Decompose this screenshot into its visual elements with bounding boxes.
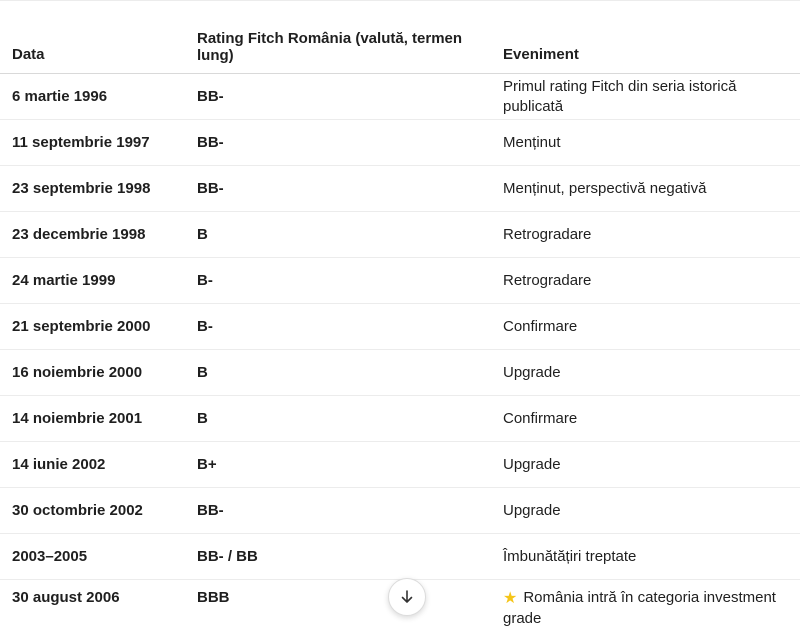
- cell-date: 23 decembrie 1998: [0, 211, 185, 258]
- cell-event: Menținut, perspectivă negativă: [491, 165, 800, 212]
- cell-date: 2003–2005: [0, 533, 185, 580]
- cell-rating: B-: [185, 257, 491, 304]
- cell-event: Confirmare: [491, 395, 800, 442]
- cell-date: 14 noiembrie 2001: [0, 395, 185, 442]
- cell-rating: B-: [185, 303, 491, 350]
- table-row: 21 septembrie 2000 B- Confirmare: [0, 303, 800, 350]
- cell-date: 16 noiembrie 2000: [0, 349, 185, 396]
- cell-date: 24 martie 1999: [0, 257, 185, 304]
- chat-content: Data Rating Fitch România (valută, terme…: [0, 0, 800, 638]
- cell-rating: B+: [185, 441, 491, 488]
- cell-event: Îmbunătățiri treptate: [491, 533, 800, 580]
- header-row: Data Rating Fitch România (valută, terme…: [0, 0, 800, 74]
- star-icon: ★: [503, 590, 518, 607]
- cell-rating: B: [185, 349, 491, 396]
- cell-event: Retrogradare: [491, 257, 800, 304]
- cell-date: 11 septembrie 1997: [0, 119, 185, 166]
- cell-event: Retrogradare: [491, 211, 800, 258]
- cell-rating: BBB: [197, 589, 230, 606]
- arrow-down-icon: [401, 590, 413, 603]
- cell-date: 23 septembrie 1998: [0, 165, 185, 212]
- header-rating: Rating Fitch România (valută, termen lun…: [185, 0, 491, 74]
- header-event: Eveniment: [491, 0, 800, 74]
- table-row: 30 octombrie 2002 BB- Upgrade: [0, 487, 800, 534]
- cell-rating: B: [185, 395, 491, 442]
- cell-event: Upgrade: [491, 487, 800, 534]
- cell-event: Menținut: [491, 119, 800, 166]
- table-row: 23 decembrie 1998 B Retrogradare: [0, 211, 800, 258]
- table-row: 14 iunie 2002 B+ Upgrade: [0, 441, 800, 488]
- ratings-table: Data Rating Fitch România (valută, terme…: [0, 0, 800, 638]
- table-row: 2003–2005 BB- / BB Îmbunătățiri treptate: [0, 533, 800, 580]
- cell-date: 30 octombrie 2002: [0, 487, 185, 534]
- cell-event: ★ România intră în categoria investment g…: [491, 580, 800, 638]
- cell-event: Upgrade: [491, 441, 800, 488]
- scroll-down-button[interactable]: [388, 578, 426, 616]
- cell-date: 21 septembrie 2000: [0, 303, 185, 350]
- table-header: Data Rating Fitch România (valută, terme…: [0, 0, 800, 74]
- cell-rating: BB-: [185, 165, 491, 212]
- table-row: 6 martie 1996 BB- Primul rating Fitch di…: [0, 73, 800, 120]
- cell-event: Primul rating Fitch din seria istorică p…: [491, 73, 800, 120]
- cell-date: 14 iunie 2002: [0, 441, 185, 488]
- cell-event: Upgrade: [491, 349, 800, 396]
- cell-rating: BB-: [185, 73, 491, 120]
- cell-rating: BB-: [185, 119, 491, 166]
- cell-date: 30 august 2006: [12, 589, 120, 606]
- cell-date: 6 martie 1996: [0, 73, 185, 120]
- cell-rating: B: [185, 211, 491, 258]
- table-body: 6 martie 1996 BB- Primul rating Fitch di…: [0, 73, 800, 638]
- table-row: 23 septembrie 1998 BB- Menținut, perspec…: [0, 165, 800, 212]
- table-row: 11 septembrie 1997 BB- Menținut: [0, 119, 800, 166]
- cell-event-text: România intră în categoria investment gr…: [503, 589, 776, 627]
- cell-event: Confirmare: [491, 303, 800, 350]
- cell-rating: BB-: [185, 487, 491, 534]
- table-row: 24 martie 1999 B- Retrogradare: [0, 257, 800, 304]
- table-row: 14 noiembrie 2001 B Confirmare: [0, 395, 800, 442]
- cell-rating: BB- / BB: [185, 533, 491, 580]
- header-date: Data: [0, 0, 185, 74]
- table-row: 16 noiembrie 2000 B Upgrade: [0, 349, 800, 396]
